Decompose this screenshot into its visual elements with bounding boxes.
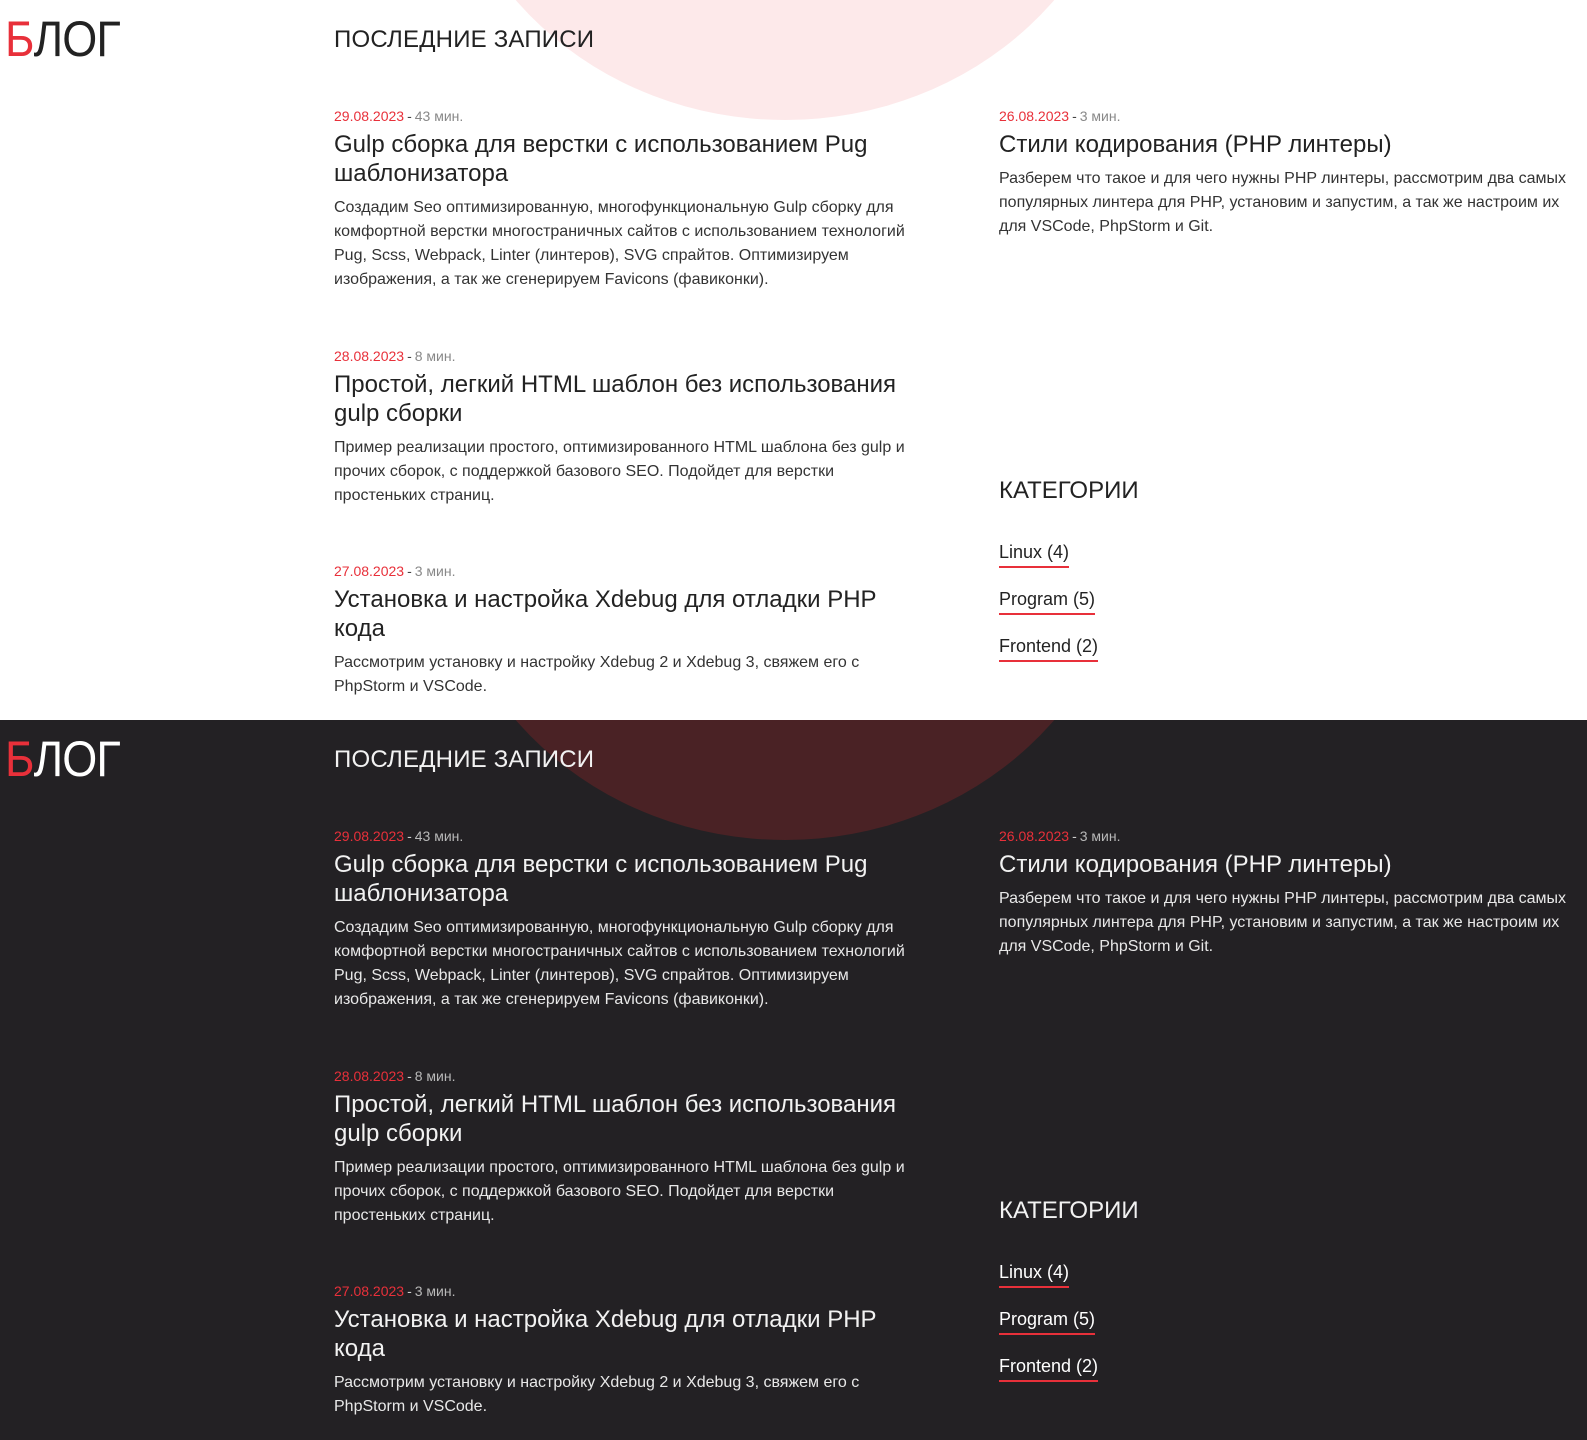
decorative-circle	[440, 720, 1130, 840]
logo-first-letter: Б	[5, 731, 35, 787]
post-card: 29.08.2023-43 мин. Gulp сборка для верст…	[334, 108, 924, 292]
post-description: Рассмотрим установку и настройку Xdebug …	[334, 654, 860, 695]
post-card: 28.08.2023-8 мин. Простой, легкий HTML ш…	[334, 348, 924, 508]
post-date: 26.08.2023	[999, 828, 1070, 844]
blog-logo[interactable]: БЛОГ	[5, 11, 121, 67]
meta-separator: -	[1072, 108, 1077, 124]
categories-list: Linux (4) Program (5) Frontend (2)	[999, 1260, 1099, 1401]
post-date: 26.08.2023	[999, 108, 1070, 124]
logo-rest: ЛОГ	[33, 11, 121, 67]
post-description: Создадим Seo оптимизированную, многофунк…	[334, 919, 905, 1008]
meta-separator: -	[407, 108, 412, 124]
logo-rest: ЛОГ	[33, 731, 121, 787]
read-time: 3 мин.	[1079, 828, 1121, 844]
meta-separator: -	[407, 348, 412, 364]
meta-separator: -	[1072, 828, 1077, 844]
post-date: 29.08.2023	[334, 828, 405, 844]
read-time: 3 мин.	[1079, 108, 1121, 124]
post-title-link[interactable]: Установка и настройка Xdebug для отладки…	[334, 1305, 924, 1363]
post-card: 27.08.2023-3 мин. Установка и настройка …	[334, 563, 924, 699]
post-meta: 27.08.2023-3 мин.	[334, 563, 924, 579]
post-card: 27.08.2023-3 мин. Установка и настройка …	[334, 1283, 924, 1419]
post-card: 26.08.2023-3 мин. Стили кодирования (PHP…	[999, 828, 1584, 959]
category-link-program[interactable]: Program (5)	[999, 587, 1096, 615]
decorative-circle	[440, 0, 1130, 120]
post-title-link[interactable]: Gulp сборка для верстки с использованием…	[334, 850, 924, 908]
categories-title: КАТЕГОРИИ	[999, 1197, 1139, 1224]
post-description: Пример реализации простого, оптимизирова…	[334, 439, 905, 504]
post-date: 28.08.2023	[334, 348, 405, 364]
post-date: 27.08.2023	[334, 1283, 405, 1299]
category-item: Frontend (2)	[999, 634, 1099, 681]
meta-separator: -	[407, 563, 412, 579]
post-meta: 26.08.2023-3 мин.	[999, 828, 1584, 844]
read-time: 3 мин.	[414, 1283, 456, 1299]
post-title-link[interactable]: Простой, легкий HTML шаблон без использо…	[334, 370, 924, 428]
post-date: 27.08.2023	[334, 563, 405, 579]
meta-separator: -	[407, 1068, 412, 1084]
categories-list: Linux (4) Program (5) Frontend (2)	[999, 540, 1099, 681]
read-time: 8 мин.	[414, 1068, 456, 1084]
post-meta: 26.08.2023-3 мин.	[999, 108, 1584, 124]
post-title-link[interactable]: Стили кодирования (PHP линтеры)	[999, 130, 1584, 159]
light-theme-section: БЛОГ ПОСЛЕДНИЕ ЗАПИСИ 29.08.2023-43 мин.…	[0, 0, 1587, 720]
category-item: Program (5)	[999, 587, 1098, 634]
meta-separator: -	[407, 828, 412, 844]
post-date: 29.08.2023	[334, 108, 405, 124]
category-link-frontend[interactable]: Frontend (2)	[999, 634, 1099, 662]
category-link-program[interactable]: Program (5)	[999, 1307, 1096, 1335]
dark-theme-section: БЛОГ ПОСЛЕДНИЕ ЗАПИСИ 29.08.2023-43 мин.…	[0, 720, 1587, 1440]
post-meta: 28.08.2023-8 мин.	[334, 1068, 924, 1084]
post-description: Рассмотрим установку и настройку Xdebug …	[334, 1374, 860, 1415]
category-link-linux[interactable]: Linux (4)	[999, 540, 1070, 568]
post-card: 29.08.2023-43 мин. Gulp сборка для верст…	[334, 828, 924, 1012]
post-description: Создадим Seo оптимизированную, многофунк…	[334, 199, 905, 288]
post-date: 28.08.2023	[334, 1068, 405, 1084]
category-link-frontend[interactable]: Frontend (2)	[999, 1354, 1099, 1382]
read-time: 43 мин.	[414, 828, 464, 844]
post-meta: 27.08.2023-3 мин.	[334, 1283, 924, 1299]
post-description: Пример реализации простого, оптимизирова…	[334, 1159, 905, 1224]
category-item: Linux (4)	[999, 1260, 1098, 1307]
post-meta: 29.08.2023-43 мин.	[334, 108, 924, 124]
category-item: Frontend (2)	[999, 1354, 1099, 1401]
categories-title: КАТЕГОРИИ	[999, 477, 1139, 504]
read-time: 8 мин.	[414, 348, 456, 364]
post-title-link[interactable]: Gulp сборка для верстки с использованием…	[334, 130, 924, 188]
post-meta: 29.08.2023-43 мин.	[334, 828, 924, 844]
read-time: 3 мин.	[414, 563, 456, 579]
meta-separator: -	[407, 1283, 412, 1299]
post-meta: 28.08.2023-8 мин.	[334, 348, 924, 364]
blog-logo[interactable]: БЛОГ	[5, 731, 121, 787]
post-title-link[interactable]: Простой, легкий HTML шаблон без использо…	[334, 1090, 924, 1148]
category-link-linux[interactable]: Linux (4)	[999, 1260, 1070, 1288]
post-card: 28.08.2023-8 мин. Простой, легкий HTML ш…	[334, 1068, 924, 1228]
recent-posts-title: ПОСЛЕДНИЕ ЗАПИСИ	[334, 26, 595, 53]
post-card: 26.08.2023-3 мин. Стили кодирования (PHP…	[999, 108, 1584, 239]
post-title-link[interactable]: Установка и настройка Xdebug для отладки…	[334, 585, 924, 643]
post-description: Разберем что такое и для чего нужны PHP …	[999, 890, 1567, 955]
read-time: 43 мин.	[414, 108, 464, 124]
recent-posts-title: ПОСЛЕДНИЕ ЗАПИСИ	[334, 746, 595, 773]
post-title-link[interactable]: Стили кодирования (PHP линтеры)	[999, 850, 1584, 879]
category-item: Program (5)	[999, 1307, 1098, 1354]
logo-first-letter: Б	[5, 11, 35, 67]
category-item: Linux (4)	[999, 540, 1098, 587]
post-description: Разберем что такое и для чего нужны PHP …	[999, 170, 1567, 235]
